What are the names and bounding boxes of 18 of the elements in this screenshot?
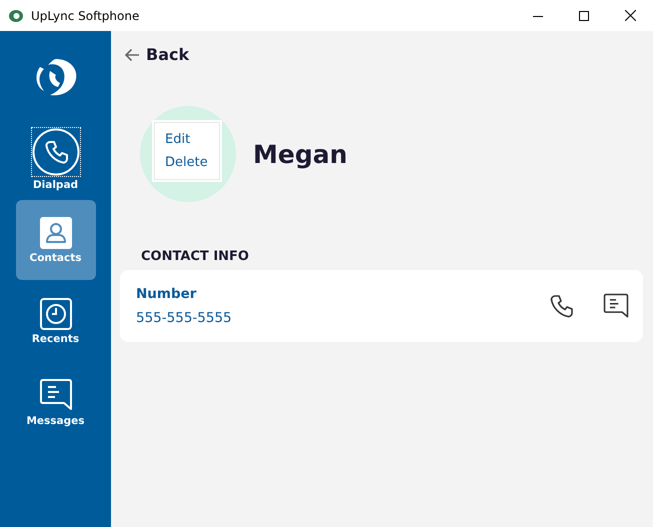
back-button[interactable]: Back — [120, 43, 194, 66]
field-value: 555-555-5555 — [136, 310, 233, 326]
menu-item[interactable]: Delete — [154, 151, 220, 174]
nav-item[interactable]: Contacts — [16, 200, 96, 280]
menu-item[interactable]: Edit — [154, 128, 220, 151]
app-icon — [9, 10, 23, 22]
message-icon — [603, 293, 629, 319]
maximize-icon — [579, 10, 589, 20]
contact-name: Megan — [253, 140, 348, 168]
back-arrow-icon — [124, 48, 140, 62]
nav-item[interactable]: Messages — [16, 362, 96, 442]
close-icon — [624, 10, 636, 21]
window-title: UpLync Softphone — [31, 8, 140, 22]
nav-item[interactable]: Recents — [16, 281, 96, 361]
section-title: CONTACT INFO — [141, 249, 250, 264]
field-label: Number — [136, 286, 198, 302]
nav-item[interactable]: Dialpad — [16, 119, 96, 199]
message-button[interactable] — [603, 293, 629, 319]
